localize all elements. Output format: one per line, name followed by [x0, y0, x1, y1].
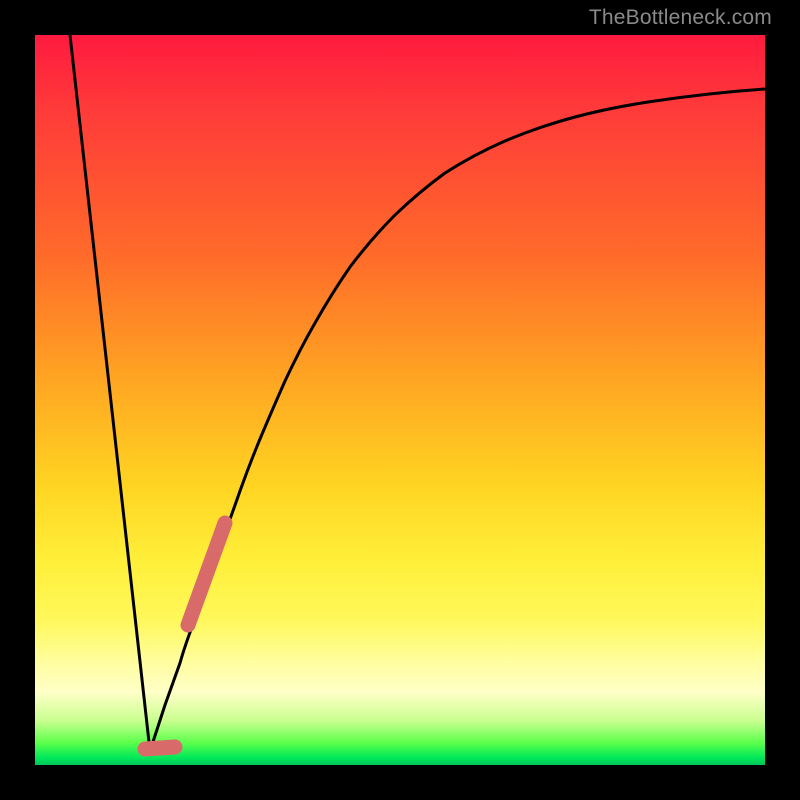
- pink-highlight-flat: [145, 747, 175, 749]
- plot-svg: [35, 35, 765, 765]
- falling-line: [70, 35, 150, 751]
- chart-frame: TheBottleneck.com: [0, 0, 800, 800]
- rising-curve: [150, 89, 765, 751]
- pink-highlight-diagonal: [188, 523, 225, 625]
- plot-area: [35, 35, 765, 765]
- watermark: TheBottleneck.com: [589, 6, 772, 30]
